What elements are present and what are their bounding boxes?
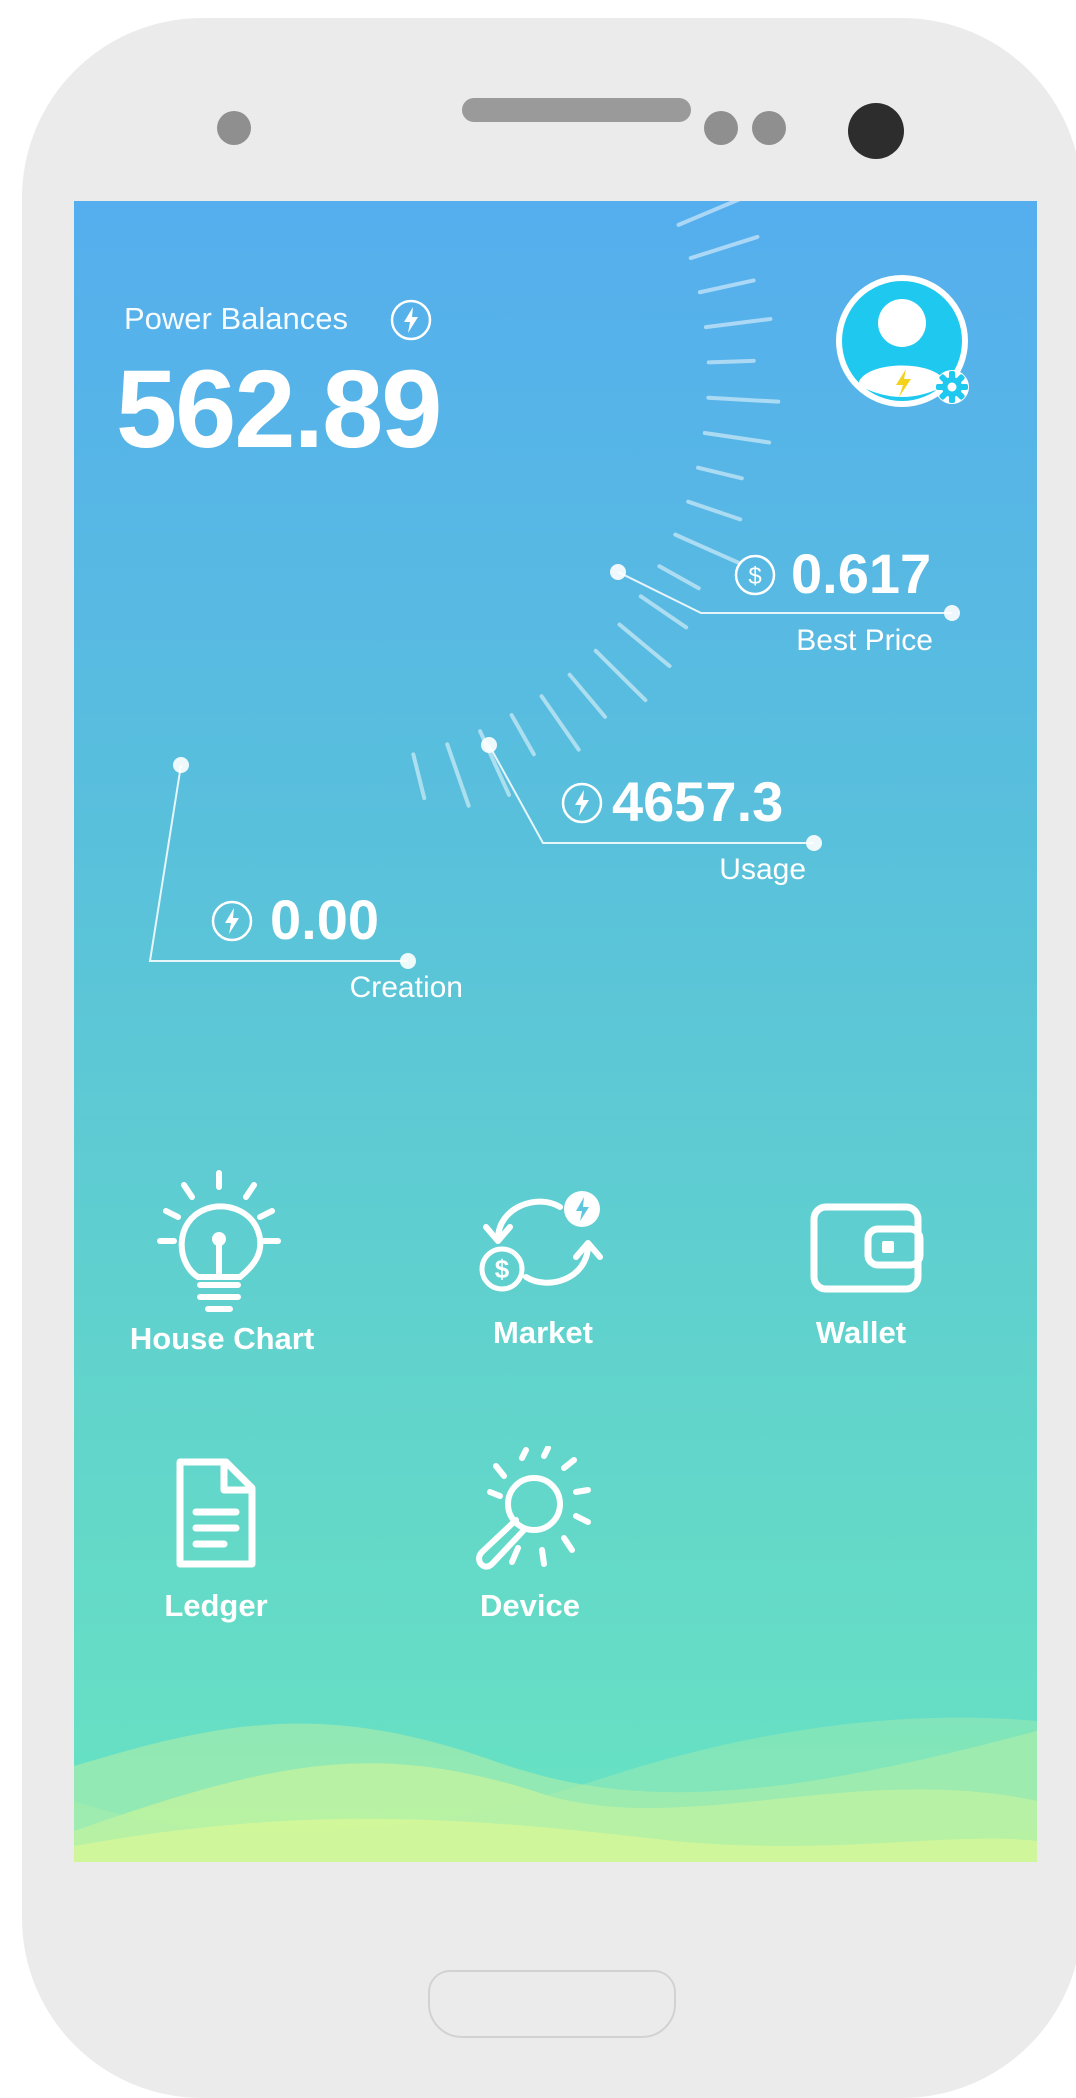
connector-dot [610, 564, 626, 580]
market-label: Market [493, 1315, 593, 1350]
dollar-icon: $ [734, 554, 776, 596]
dial-tick [686, 499, 743, 522]
dial-tick [696, 465, 744, 481]
phone-sensor [704, 111, 738, 145]
dial-tick [445, 742, 471, 808]
best-price-value: 0.617 [791, 542, 932, 605]
connector-dot [173, 757, 189, 773]
exchange-icon: $ [479, 1191, 603, 1292]
app-screen: Power Balances 562.89 $ 0.617 Best Price [74, 201, 1037, 1862]
connector-dot [481, 737, 497, 753]
wallet-icon [810, 1203, 924, 1293]
connector-dot [400, 953, 416, 969]
document-icon [176, 1458, 256, 1568]
lightbulb-icon [157, 1170, 281, 1312]
lightning-icon [561, 782, 603, 824]
house-chart-button[interactable]: House Chart [112, 1169, 332, 1369]
dial-tick [567, 672, 608, 719]
creation-label: Creation [349, 971, 463, 1004]
dial-tick [688, 234, 760, 261]
dial-tick [697, 278, 756, 295]
dial-tick [673, 532, 742, 566]
home-button[interactable] [428, 1970, 676, 2038]
wallet-button[interactable]: Wallet [751, 1191, 971, 1371]
dial-tick [657, 564, 701, 591]
dial-tick [706, 395, 781, 404]
connector-dot [944, 605, 960, 621]
connector-dot [806, 835, 822, 851]
settings-gear-icon [935, 370, 969, 404]
svg-text:$: $ [495, 1254, 510, 1284]
dial-tick [703, 316, 773, 330]
lightning-icon [390, 299, 432, 341]
lightning-icon [211, 900, 253, 942]
dial-tick [411, 752, 427, 801]
dial-tick [617, 622, 672, 669]
ledger-label: Ledger [164, 1588, 268, 1623]
usage-label: Usage [719, 853, 806, 886]
user-avatar[interactable] [836, 273, 976, 413]
svg-text:$: $ [748, 563, 761, 590]
device-tool-icon [476, 1446, 591, 1570]
device-label: Device [480, 1588, 580, 1623]
creation-value: 0.00 [270, 888, 379, 951]
dial-tick [638, 594, 689, 630]
phone-sensor [752, 111, 786, 145]
power-balance-value: 562.89 [116, 348, 442, 471]
phone-camera [848, 103, 904, 159]
house-chart-label: House Chart [129, 1321, 315, 1356]
best-price-label: Best Price [796, 624, 933, 657]
dial-tick [539, 694, 581, 752]
market-button[interactable]: $ Market [433, 1183, 653, 1373]
phone-speaker [462, 98, 691, 122]
device-button[interactable]: Device [420, 1446, 640, 1636]
wallet-label: Wallet [815, 1315, 907, 1350]
dial-tick [593, 648, 648, 703]
dial-tick [509, 713, 536, 757]
phone-sensor [217, 111, 251, 145]
power-balance-label: Power Balances [124, 301, 349, 336]
usage-value: 4657.3 [612, 770, 784, 833]
dial-tick [706, 358, 756, 365]
dial-tick [676, 201, 740, 227]
dial-tick [702, 430, 772, 445]
ledger-button[interactable]: Ledger [106, 1454, 326, 1634]
